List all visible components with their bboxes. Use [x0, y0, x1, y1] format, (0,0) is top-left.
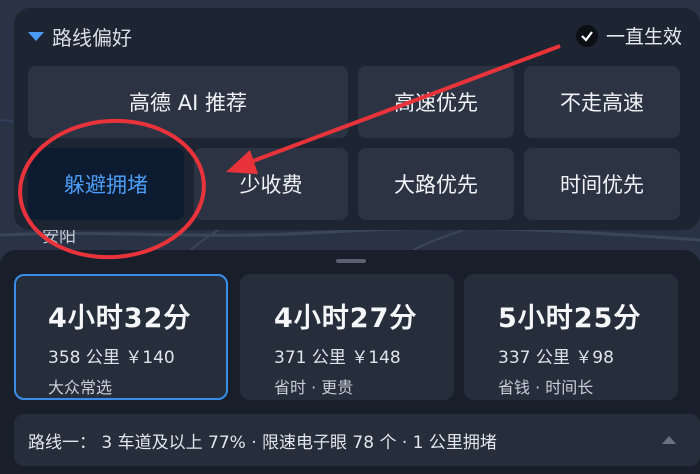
route-time: 5小时25分 — [498, 303, 642, 334]
always-effective-toggle[interactable]: 一直生效 — [575, 22, 682, 49]
pref-avoid-highway-button[interactable]: 不走高速 — [524, 66, 680, 138]
route-results-panel: 4小时32分 358 公里 ￥140 大众常选 4小时27分 371 公里 ￥1… — [0, 250, 700, 474]
collapse-triangle-icon — [28, 32, 44, 41]
pref-title-toggle[interactable]: 路线偏好 — [28, 22, 132, 51]
drag-handle[interactable] — [336, 259, 366, 263]
pref-avoid-congestion-button[interactable]: 躲避拥堵 — [28, 148, 184, 220]
pref-time-first-button[interactable]: 时间优先 — [524, 148, 680, 220]
pref-title: 路线偏好 — [52, 26, 132, 50]
route-tag: 大众常选 — [48, 378, 113, 397]
route-meta: 337 公里 ￥98 — [498, 348, 614, 368]
route-meta: 371 公里 ￥148 — [274, 348, 401, 368]
always-effective-label: 一直生效 — [605, 26, 682, 48]
route-preference-panel: 路线偏好 一直生效 高德 AI 推荐 高速优先 不走高速 躲避拥堵 少收费 大路… — [14, 8, 700, 230]
route-time: 4小时27分 — [274, 303, 418, 334]
route-card-1[interactable]: 4小时32分 358 公里 ￥140 大众常选 — [14, 274, 228, 400]
route-detail-text: 路线一： 3 车道及以上 77% · 限速电子眼 78 个 · 1 公里拥堵 — [28, 432, 497, 453]
check-circle-icon — [575, 24, 598, 47]
pref-main-road-button[interactable]: 大路优先 — [358, 148, 514, 220]
route-tag: 省时 · 更贵 — [274, 378, 354, 397]
route-tag: 省钱 · 时间长 — [498, 378, 594, 397]
pref-less-toll-button[interactable]: 少收费 — [194, 148, 348, 220]
route-card-2[interactable]: 4小时27分 371 公里 ￥148 省时 · 更贵 — [240, 274, 454, 400]
route-meta: 358 公里 ￥140 — [48, 348, 175, 368]
expand-up-icon[interactable] — [662, 436, 676, 444]
pref-highway-first-button[interactable]: 高速优先 — [358, 66, 514, 138]
route-detail-bar[interactable]: 路线一： 3 车道及以上 77% · 限速电子眼 78 个 · 1 公里拥堵 — [14, 414, 700, 466]
pref-ai-recommend-button[interactable]: 高德 AI 推荐 — [28, 66, 348, 138]
pref-header: 路线偏好 一直生效 — [14, 8, 700, 60]
route-card-3[interactable]: 5小时25分 337 公里 ￥98 省钱 · 时间长 — [464, 274, 678, 400]
route-time: 4小时32分 — [48, 303, 192, 334]
